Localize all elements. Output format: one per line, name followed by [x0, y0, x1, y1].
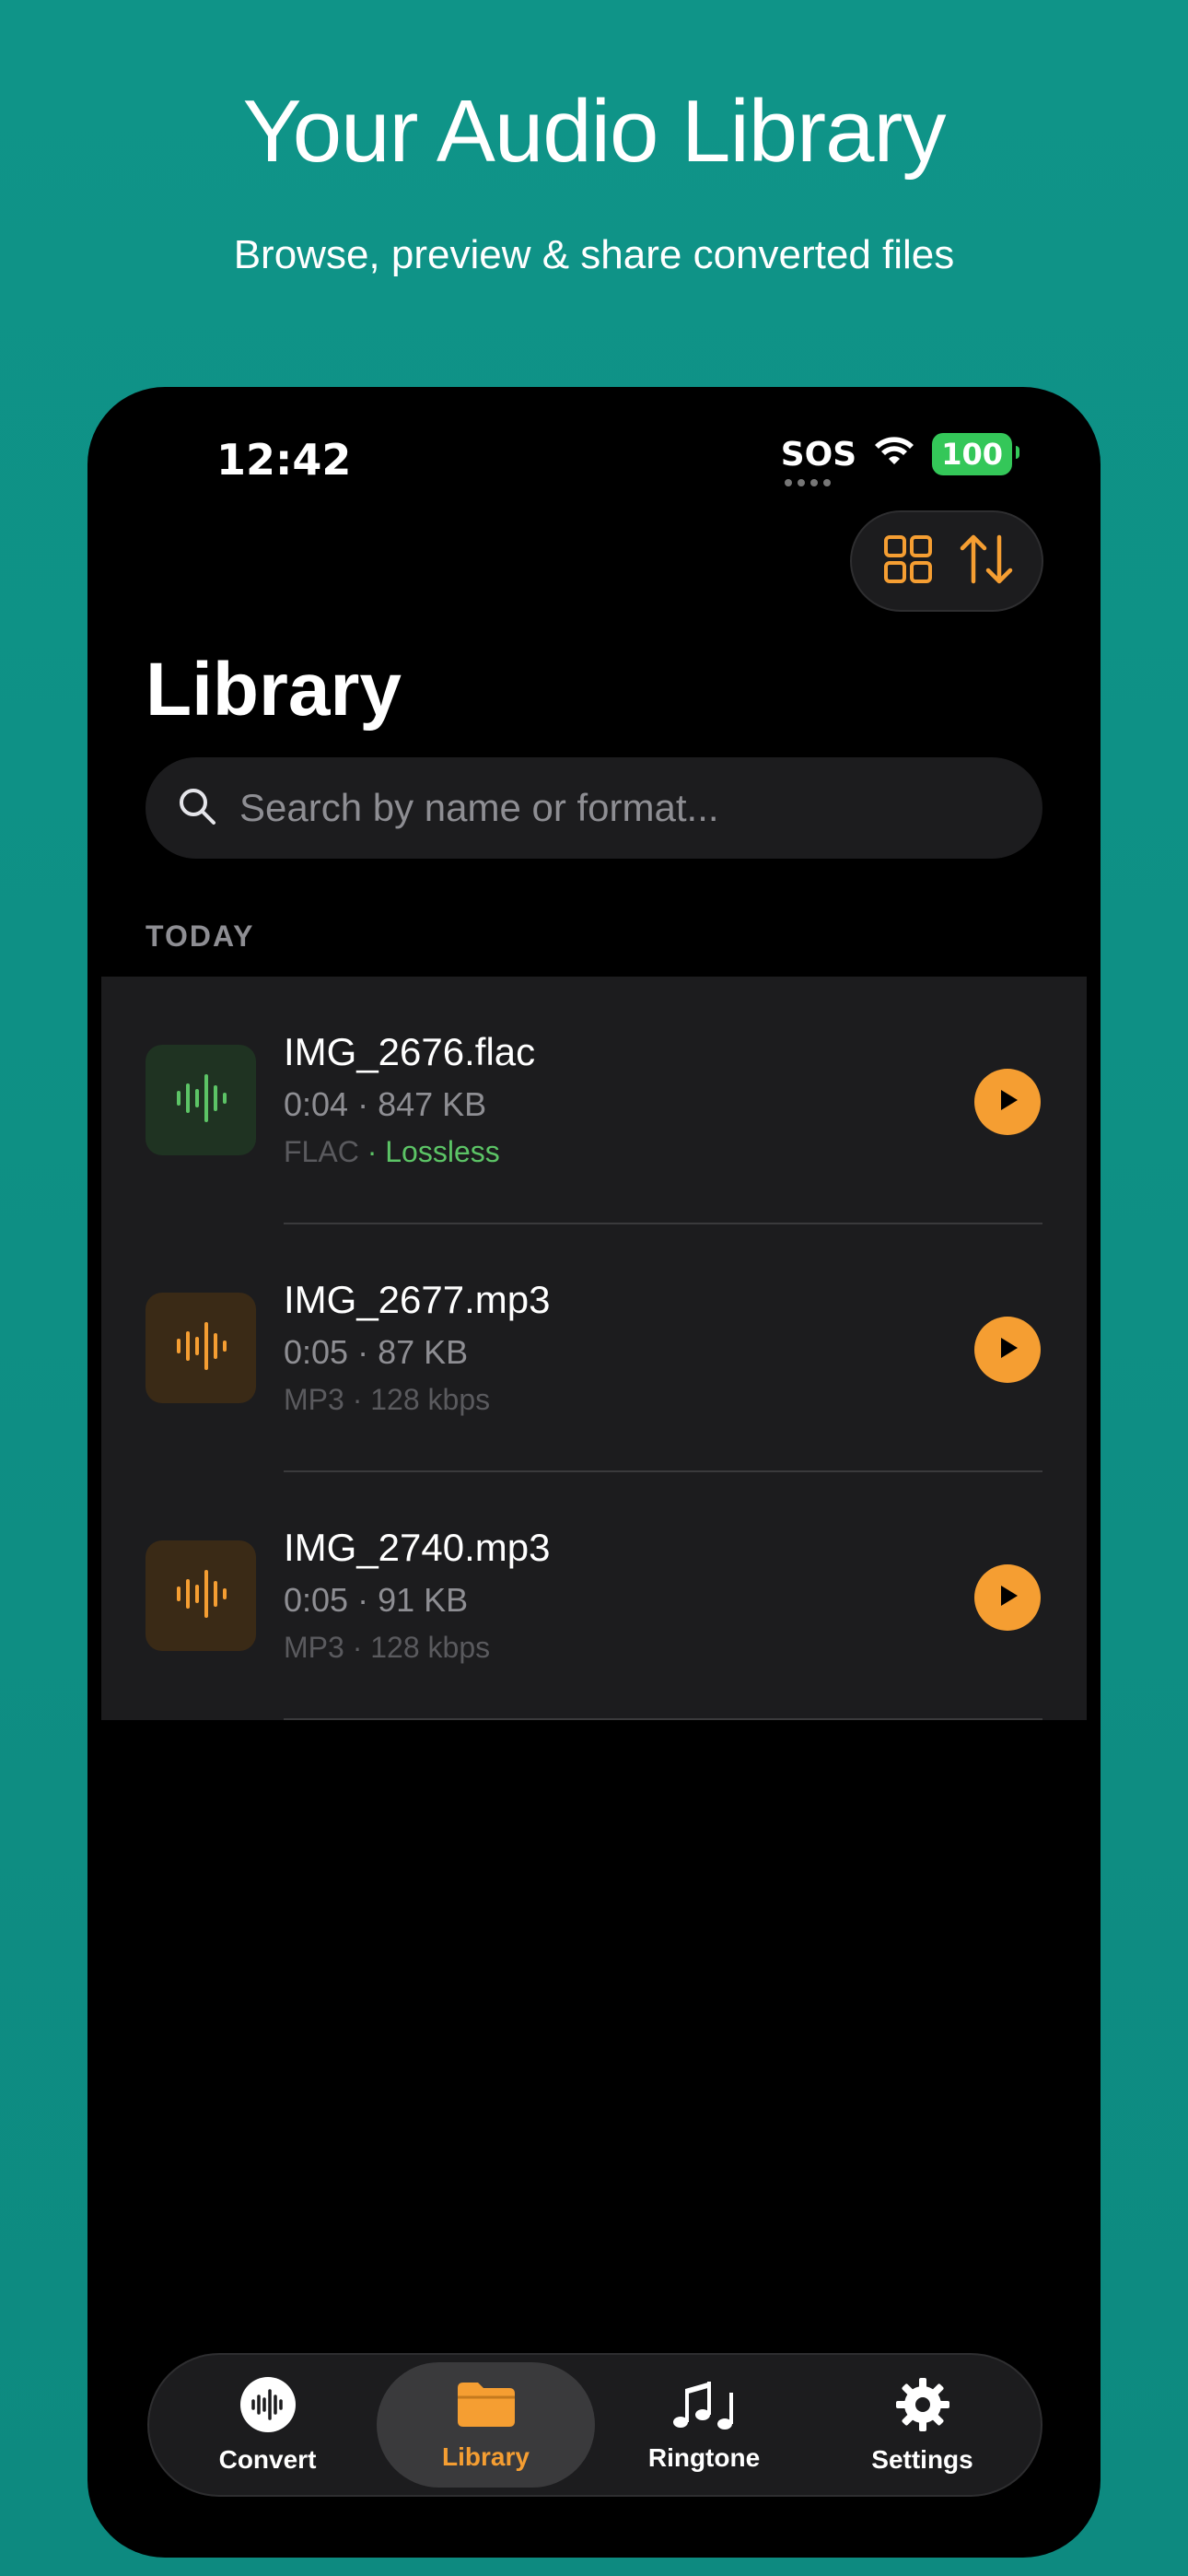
- folder-icon: [454, 2379, 518, 2435]
- file-name: IMG_2677.mp3: [284, 1278, 551, 1321]
- phone-screen: 12:42 SOS 100 Library TODAY: [87, 387, 1101, 2558]
- tab-bar: Convert Library Ringtone Settings: [147, 2353, 1042, 2497]
- wifi-icon: [873, 436, 915, 473]
- signal-dots: [784, 478, 831, 486]
- sort-icon: [957, 532, 1016, 591]
- tab-library[interactable]: Library: [377, 2362, 595, 2488]
- section-header-today: TODAY: [146, 919, 255, 953]
- sos-label: SOS: [780, 435, 857, 474]
- search-icon: [177, 786, 217, 831]
- sos-indicator: SOS: [780, 435, 857, 486]
- row-divider: [284, 1718, 1042, 1720]
- promo-subhead: Browse, preview & share converted files: [233, 232, 955, 277]
- grid-view-button[interactable]: [876, 529, 940, 593]
- play-icon: [994, 1582, 1021, 1614]
- file-meta: 0:05 · 87 KB: [284, 1333, 469, 1371]
- tab-convert[interactable]: Convert: [158, 2362, 377, 2488]
- waveform-icon: [173, 1071, 228, 1130]
- file-name: IMG_2740.mp3: [284, 1526, 551, 1569]
- play-button[interactable]: [974, 1564, 1041, 1631]
- file-thumbnail: [146, 1293, 256, 1403]
- play-icon: [994, 1086, 1021, 1118]
- file-thumbnail: [146, 1045, 256, 1155]
- file-meta: 0:04 · 847 KB: [284, 1085, 487, 1123]
- file-list: IMG_2676.flac 0:04 · 847 KB FLAC · Lossl…: [101, 977, 1087, 1720]
- file-thumbnail: [146, 1540, 256, 1651]
- play-icon: [994, 1334, 1021, 1366]
- gear-icon: [894, 2376, 951, 2438]
- tab-label: Convert: [218, 2444, 317, 2474]
- toolbar: [850, 510, 1043, 612]
- play-button[interactable]: [974, 1069, 1041, 1135]
- search-input[interactable]: [239, 786, 976, 830]
- promo-headline: Your Audio Library: [242, 82, 947, 181]
- waveform-icon: [173, 1566, 228, 1626]
- battery-indicator: 100: [932, 433, 1019, 475]
- status-time: 12:42: [216, 435, 352, 485]
- tab-ringtone[interactable]: Ringtone: [595, 2362, 813, 2488]
- tab-label: Ringtone: [647, 2442, 761, 2472]
- file-format: MP3 · 128 kbps: [284, 1383, 491, 1416]
- grid-icon: [882, 533, 934, 590]
- tab-label: Library: [442, 2441, 530, 2471]
- music-notes-icon: [671, 2378, 738, 2436]
- file-name: IMG_2676.flac: [284, 1030, 536, 1073]
- search-bar[interactable]: [146, 757, 1042, 859]
- tab-label: Settings: [871, 2444, 973, 2474]
- file-meta: 0:05 · 91 KB: [284, 1581, 469, 1619]
- page-title: Library: [146, 648, 402, 732]
- file-row[interactable]: IMG_2677.mp3 0:05 · 87 KB MP3 · 128 kbps: [101, 1224, 1087, 1472]
- file-row[interactable]: IMG_2676.flac 0:04 · 847 KB FLAC · Lossl…: [101, 977, 1087, 1224]
- file-row[interactable]: IMG_2740.mp3 0:05 · 91 KB MP3 · 128 kbps: [101, 1472, 1087, 1720]
- tab-settings[interactable]: Settings: [813, 2362, 1031, 2488]
- waveform-icon: [173, 1318, 228, 1378]
- file-format: FLAC · Lossless: [284, 1135, 500, 1168]
- status-indicators: SOS 100: [780, 433, 1019, 486]
- file-format: MP3 · 128 kbps: [284, 1631, 491, 1664]
- waveform-circle-icon: [239, 2376, 297, 2438]
- sort-button[interactable]: [954, 529, 1019, 593]
- play-button[interactable]: [974, 1317, 1041, 1383]
